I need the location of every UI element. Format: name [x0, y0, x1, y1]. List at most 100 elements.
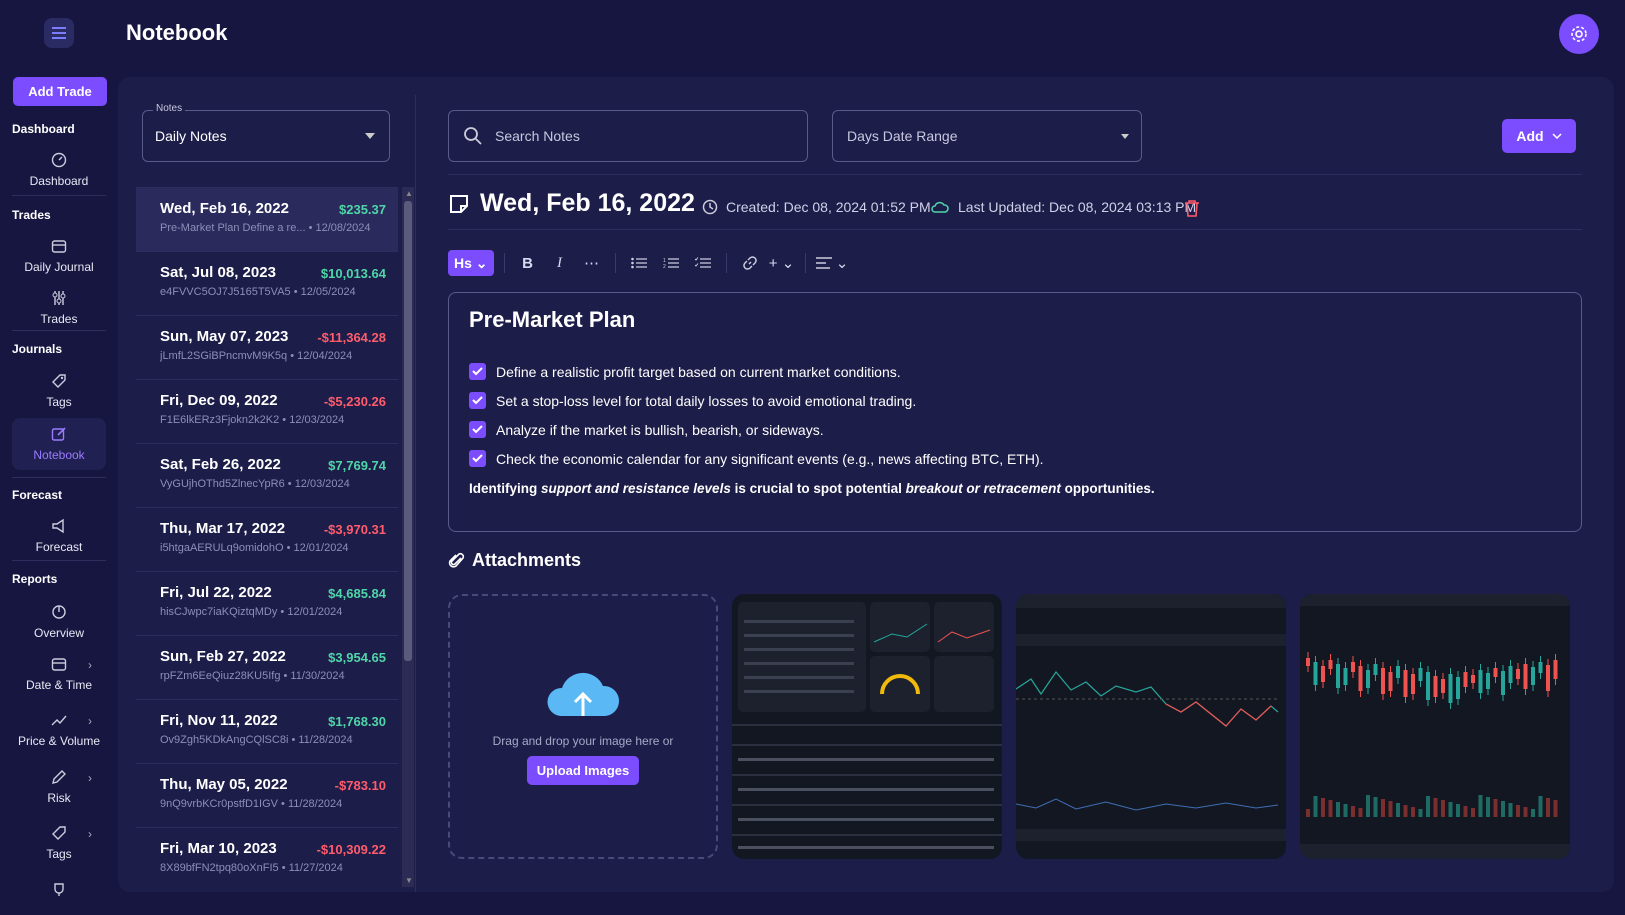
chevron-right-icon: › — [88, 658, 92, 672]
checklist-item[interactable]: Check the economic calendar for any sign… — [469, 450, 1561, 467]
main-panel: Notes Daily Notes Wed, Feb 16, 2022 $235.… — [118, 77, 1614, 892]
sidebar-item-price-volume[interactable]: Price & Volume › — [12, 712, 106, 748]
bold-icon[interactable]: B — [515, 250, 541, 276]
note-snippet: 8X89bfFN2tpq80oXnFI5 • 11/27/2024 — [160, 862, 343, 874]
sidebar-item-date-time[interactable]: Date & Time › — [12, 656, 106, 692]
more-icon[interactable]: ⋯ — [579, 250, 605, 276]
sidebar-item-trophy[interactable] — [12, 882, 106, 904]
note-pnl: -$10,309.22 — [316, 842, 386, 857]
upload-images-button[interactable]: Upload Images — [526, 756, 640, 785]
align-icon[interactable]: ⌄ — [815, 250, 848, 276]
note-snippet: hisCJwpc7iaKQiztqMDy • 12/01/2024 — [160, 606, 343, 618]
note-list-item[interactable]: Thu, Mar 17, 2022 -$3,970.31 i5htgaAERULq9… — [136, 508, 398, 572]
add-button[interactable]: Add — [1502, 119, 1576, 153]
note-snippet: F1E6lkERz3Fjokn2k2K2 • 12/03/2024 — [160, 414, 345, 426]
sidebar-item-tags-report[interactable]: Tags › — [12, 825, 106, 861]
note-pnl: -$5,230.26 — [323, 394, 386, 409]
note-pnl: -$783.10 — [334, 778, 386, 793]
image-dropzone[interactable]: Drag and drop your image here or Upload … — [448, 594, 718, 859]
attachment-thumbnail[interactable] — [1300, 594, 1570, 859]
chevron-right-icon: › — [88, 827, 92, 841]
bullet-list-icon[interactable] — [626, 250, 652, 276]
page-title: Notebook — [126, 20, 228, 45]
checkbox-checked-icon[interactable] — [469, 363, 486, 380]
note-snippet: rpFZm6EeQiuz28KU5Ifg • 11/30/2024 — [160, 670, 345, 682]
checklist-item[interactable]: Set a stop-loss level for total daily lo… — [469, 392, 1561, 409]
checkbox-checked-icon[interactable] — [469, 392, 486, 409]
section-forecast: Forecast — [12, 488, 63, 502]
trend-icon — [51, 715, 67, 726]
sidebar-item-risk[interactable]: Risk › — [12, 769, 106, 805]
link-icon[interactable] — [737, 250, 763, 276]
calendar-icon — [51, 240, 67, 253]
italic-icon[interactable]: I — [547, 250, 573, 276]
note-snippet: 9nQ9vrbKCr0pstfD1IGV • 11/28/2024 — [160, 798, 343, 810]
note-list-item[interactable]: Fri, Nov 11, 2022 $1,768.30 Ov9Zgh5KDkAngC… — [136, 700, 398, 764]
note-snippet: i5htgaAERULq9omidohO • 12/01/2024 — [160, 542, 349, 554]
note-pnl: $235.37 — [339, 202, 386, 217]
note-pnl: $7,769.74 — [328, 458, 386, 473]
note-paragraph: Identifying support and resistance level… — [469, 481, 1155, 496]
heading-style-button[interactable]: Hs ⌄ — [448, 250, 494, 276]
note-pnl: -$11,364.28 — [317, 330, 386, 345]
note-list-item[interactable]: Sun, Feb 27, 2022 $3,954.65 rpFZm6EeQiuz28… — [136, 636, 398, 700]
note-list-item[interactable]: Fri, Jul 22, 2022 $4,685.84 hisCJwpc7iaKQi… — [136, 572, 398, 636]
note-list-item[interactable]: Sat, Jul 08, 2023 $10,013.64 e4FVVC5OJ7J51… — [136, 252, 398, 316]
trash-icon[interactable] — [1184, 199, 1200, 222]
edit-icon — [51, 427, 66, 441]
note-pnl: $3,954.65 — [328, 650, 386, 665]
checklist-item[interactable]: Define a realistic profit target based o… — [469, 363, 1561, 380]
attachment-thumbnail[interactable] — [732, 594, 1002, 859]
section-reports: Reports — [12, 572, 58, 586]
notes-type-select[interactable]: Notes Daily Notes — [142, 103, 390, 162]
note-snippet: Pre-Market Plan Define a re... • 12/08/2… — [160, 222, 371, 234]
paperclip-icon — [448, 552, 465, 568]
note-pnl: $4,685.84 — [328, 586, 386, 601]
numbered-list-icon[interactable]: 12 — [658, 250, 684, 276]
tag-icon — [52, 374, 66, 388]
note-list-item[interactable]: Fri, Dec 09, 2022 -$5,230.26 F1E6lkERz3Fjo… — [136, 380, 398, 444]
pie-icon — [52, 605, 66, 619]
date-range-select[interactable]: Days Date Range — [832, 110, 1142, 162]
sidebar-item-dashboard[interactable]: Dashboard — [12, 152, 106, 188]
attachment-thumbnail[interactable] — [1016, 594, 1286, 859]
sidebar-item-forecast[interactable]: Forecast — [12, 518, 106, 554]
sidebar-item-daily-journal[interactable]: Daily Journal — [12, 238, 106, 274]
note-heading: Pre-Market Plan — [469, 307, 636, 332]
sliders-icon — [52, 291, 66, 305]
trophy-icon — [54, 883, 64, 896]
note-list-item[interactable]: Sun, May 07, 2023 -$11,364.28 jLmfL2SGiBPn… — [136, 316, 398, 380]
market-chart-image — [1016, 594, 1286, 841]
note-snippet: Ov9Zgh5KDkAngCQlSC8i • 11/28/2024 — [160, 734, 353, 746]
sidebar-item-overview[interactable]: Overview — [12, 604, 106, 640]
note-list-item[interactable]: Wed, Feb 16, 2022 $235.37 Pre-Market Plan … — [136, 188, 398, 252]
checkbox-checked-icon[interactable] — [469, 450, 486, 467]
pen-icon — [52, 770, 66, 784]
settings-gear-icon[interactable] — [1559, 14, 1599, 54]
note-list-item[interactable]: Fri, Mar 10, 2023 -$10,309.22 8X89bfFN2tpq… — [136, 828, 398, 887]
created-meta: Created: Dec 08, 2024 01:52 PM — [702, 199, 931, 215]
menu-icon[interactable] — [44, 18, 74, 48]
cloud-sync-icon — [931, 201, 949, 213]
note-pnl: $10,013.64 — [320, 266, 386, 281]
notes-panel: Notes Daily Notes Wed, Feb 16, 2022 $235.… — [136, 95, 416, 892]
section-dashboard: Dashboard — [12, 122, 75, 136]
sidebar-item-notebook[interactable]: Notebook — [12, 418, 106, 470]
note-snippet: jLmfL2SGiBPncmvM9K5q • 12/04/2024 — [160, 350, 353, 362]
note-list-item[interactable]: Thu, May 05, 2022 -$783.10 9nQ9vrbKCr0pstf… — [136, 764, 398, 828]
add-trade-button[interactable]: Add Trade — [13, 77, 107, 106]
sidebar-item-trades[interactable]: Trades — [12, 290, 106, 326]
search-notes-input[interactable]: Search Notes — [448, 110, 808, 162]
chevron-right-icon: › — [88, 771, 92, 785]
checklist-item[interactable]: Analyze if the market is bullish, bearis… — [469, 421, 1561, 438]
checkbox-checked-icon[interactable] — [469, 421, 486, 438]
section-trades: Trades — [12, 208, 51, 222]
note-editor[interactable]: Pre-Market Plan Define a realistic profi… — [448, 292, 1582, 532]
note-list-item[interactable]: Sat, Feb 26, 2022 $7,769.74 VyGUjhOThd5Zln… — [136, 444, 398, 508]
sidebar-item-tags[interactable]: Tags — [12, 373, 106, 409]
cloud-upload-icon — [547, 672, 620, 716]
notes-scrollbar[interactable]: ▲ ▼ — [402, 187, 414, 887]
chevron-right-icon: › — [88, 714, 92, 728]
insert-plus-icon[interactable]: + ⌄ — [769, 250, 795, 276]
checklist-icon[interactable] — [690, 250, 716, 276]
